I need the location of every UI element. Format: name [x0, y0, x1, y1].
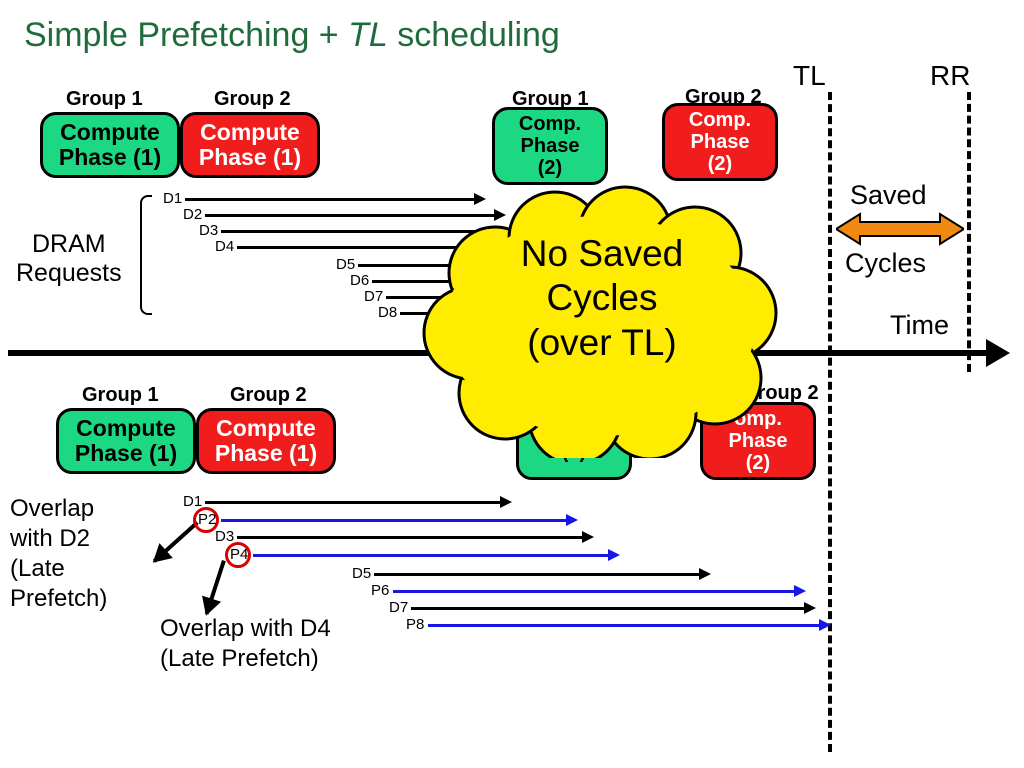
p2-bot: P2	[198, 511, 216, 528]
p4-bot: P4	[230, 546, 248, 563]
arrow-p8-bot	[428, 624, 820, 627]
title-suffix: scheduling	[388, 16, 560, 54]
arrow-p4-bot	[253, 554, 609, 557]
arrow-d1-bot	[205, 501, 501, 504]
tl-label: TL	[793, 60, 826, 92]
p6-bot: P6	[371, 582, 389, 599]
d8-top: D8	[378, 304, 397, 321]
group2-label-top: Group 2	[214, 88, 291, 111]
comp-phase2-g1-top: Comp. Phase (2)	[492, 107, 608, 185]
double-arrow-icon	[836, 212, 964, 246]
rr-dashed-line	[967, 92, 971, 372]
arrow-d3-bot	[237, 536, 583, 539]
overlap-d4-label: Overlap with D4 (Late Prefetch)	[160, 614, 331, 674]
cloud-text: No Saved Cycles (over TL)	[472, 232, 732, 365]
saved-label: Saved	[850, 180, 927, 211]
page-title: Simple Prefetching + TL scheduling	[24, 16, 560, 55]
group2-label-bot: Group 2	[230, 384, 307, 407]
tl-dashed-line	[828, 92, 832, 752]
d2-top: D2	[183, 206, 202, 223]
arrow-p6-bot	[393, 590, 795, 593]
group1-label-bot: Group 1	[82, 384, 159, 407]
d1-top: D1	[163, 190, 182, 207]
compute-phase1-g2-top: Compute Phase (1)	[180, 112, 320, 178]
d4-top: D4	[215, 238, 234, 255]
d6-top: D6	[350, 272, 369, 289]
cycles-label: Cycles	[845, 248, 926, 279]
d5-bot: D5	[352, 565, 371, 582]
comp-phase2-g2-top: Comp. Phase (2)	[662, 103, 778, 181]
brace-icon	[140, 195, 152, 315]
arrow-d5-bot	[374, 573, 700, 576]
title-prefix: Simple Prefetching +	[24, 16, 348, 54]
diag-arrow-1	[153, 521, 199, 563]
compute-phase1-g2-bot: Compute Phase (1)	[196, 408, 336, 474]
p8-bot: P8	[406, 616, 424, 633]
d7-top: D7	[364, 288, 383, 305]
compute-phase1-g1-top: Compute Phase (1)	[40, 112, 180, 178]
group1-label-top: Group 1	[66, 88, 143, 111]
d5-top: D5	[336, 256, 355, 273]
compute-phase1-g1-bot: Compute Phase (1)	[56, 408, 196, 474]
arrow-d7-bot	[411, 607, 805, 610]
d7-bot: D7	[389, 599, 408, 616]
d3-top: D3	[199, 222, 218, 239]
time-label: Time	[890, 310, 949, 341]
dram-requests-label: DRAM Requests	[16, 230, 122, 288]
diag-arrow-2	[205, 560, 226, 614]
rr-label: RR	[930, 60, 970, 92]
title-italic: TL	[348, 16, 388, 54]
arrow-p2-bot	[221, 519, 567, 522]
overlap-d2-label: Overlap with D2 (Late Prefetch)	[10, 494, 107, 614]
